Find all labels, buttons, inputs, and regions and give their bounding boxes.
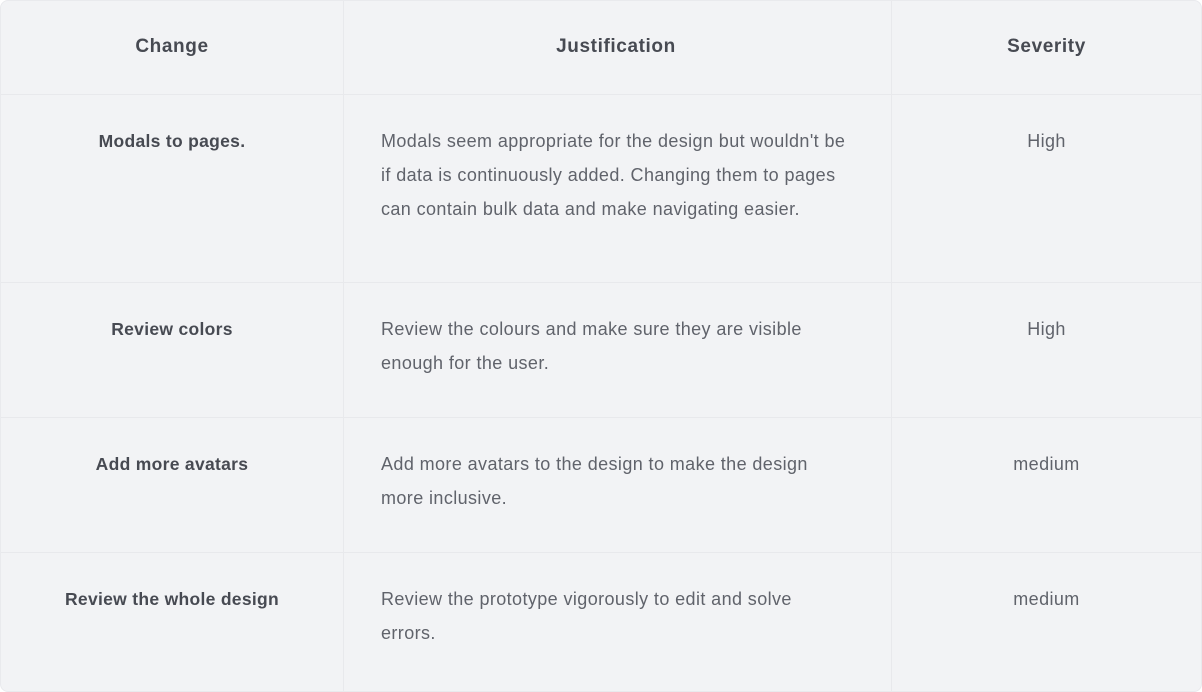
severity-cell: High [1027,319,1066,339]
table-row: Modals to pages. Modals seem appropriate… [1,95,1201,283]
severity-cell: medium [1013,589,1080,609]
table-header-row: Change Justification Severity [1,1,1201,95]
change-cell: Add more avatars [1,418,344,552]
change-cell: Review the whole design [1,553,344,691]
change-cell: Modals to pages. [1,95,344,282]
changes-table: Change Justification Severity Modals to … [0,0,1202,692]
header-severity: Severity [1007,35,1086,57]
table-row: Review the whole design Review the proto… [1,553,1201,691]
justification-cell: Review the colours and make sure they ar… [344,283,892,417]
table-row: Review colors Review the colours and mak… [1,283,1201,418]
justification-cell: Review the prototype vigorously to edit … [344,553,892,691]
justification-cell: Add more avatars to the design to make t… [344,418,892,552]
header-change: Change [1,1,344,94]
table-row: Add more avatars Add more avatars to the… [1,418,1201,553]
change-cell: Review colors [1,283,344,417]
justification-cell: Modals seem appropriate for the design b… [344,95,892,282]
severity-cell: High [1027,131,1066,151]
severity-cell: medium [1013,454,1080,474]
header-justification: Justification [344,1,892,94]
